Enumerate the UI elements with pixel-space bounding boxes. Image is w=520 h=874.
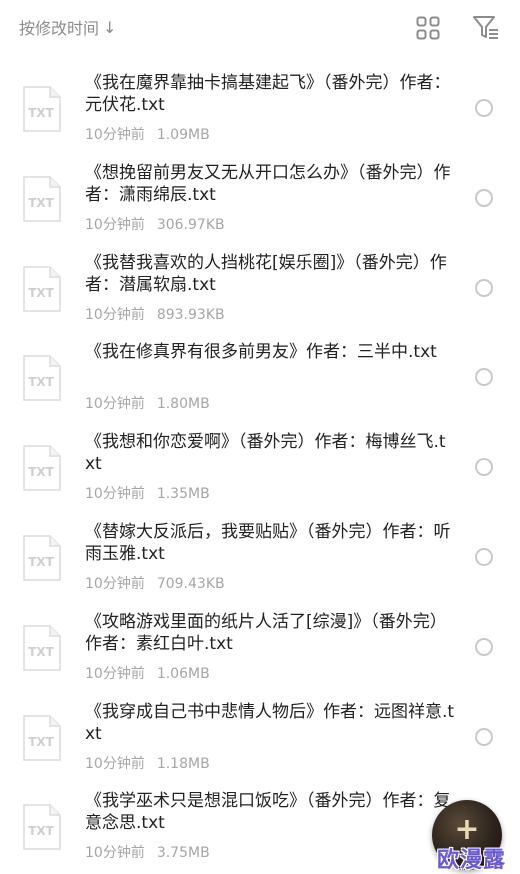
file-size: 1.80MB: [156, 396, 210, 413]
file-list-item[interactable]: TXT 《我穿成自己书中悲情人物后》作者：远图祥意.txt 10分钟前 1.18M…: [0, 695, 520, 785]
modified-time: 10分钟前: [85, 306, 145, 323]
svg-text:TXT: TXT: [28, 375, 54, 389]
svg-text:TXT: TXT: [28, 645, 54, 659]
file-name: 《我想和你恋爱啊》（番外完）作者：梅博丝飞.txt: [85, 432, 446, 475]
file-size: 1.18MB: [156, 755, 210, 772]
file-meta: 10分钟前 709.43KB: [85, 573, 225, 593]
file-meta: 10分钟前 306.97KB: [85, 214, 225, 234]
modified-time: 10分钟前: [85, 755, 145, 772]
file-list-screen: 按修改时间 ↓ TXT 《我在魔界靠抽卡搞基建起飞》（番外完）作者：元伏花.tx…: [0, 0, 520, 874]
file-size: 1.35MB: [156, 486, 210, 503]
filter-icon[interactable]: [472, 15, 500, 41]
file-name: 《我在修真界有很多前男友》作者：三半中.txt: [85, 342, 437, 363]
select-radio-button[interactable]: [475, 637, 493, 656]
file-meta: 10分钟前 1.09MB: [85, 124, 210, 144]
select-radio-button[interactable]: [475, 727, 493, 746]
modified-time: 10分钟前: [85, 575, 145, 592]
file-name: 《想挽留前男友又无从开口怎么办》（番外完）作者：潇雨绵辰.txt: [85, 162, 451, 205]
file-name: 《我穿成自己书中悲情人物后》作者：远图祥意.txt: [85, 701, 455, 744]
select-radio-button[interactable]: [475, 547, 493, 566]
file-meta: 10分钟前 3.75MB: [85, 842, 210, 862]
select-radio-button[interactable]: [475, 458, 493, 477]
sort-label: 按修改时间: [19, 19, 100, 38]
select-radio-button[interactable]: [475, 188, 493, 207]
file-meta: 10分钟前 1.80MB: [85, 393, 210, 413]
select-radio-button[interactable]: [475, 368, 493, 387]
file-size: 709.43KB: [156, 575, 225, 592]
grid-view-icon[interactable]: [416, 16, 440, 40]
select-radio-button[interactable]: [475, 278, 493, 297]
file-list-item[interactable]: TXT 《我在魔界靠抽卡搞基建起飞》（番外完）作者：元伏花.txt 10分钟前 1…: [0, 66, 520, 156]
file-list-item[interactable]: TXT 《想挽留前男友又无从开口怎么办》（番外完）作者：潇雨绵辰.txt 10分…: [0, 156, 520, 246]
file-list-item[interactable]: TXT 《我在修真界有很多前男友》作者：三半中.txt 10分钟前 1.80MB: [0, 335, 520, 425]
sort-by-modified-button[interactable]: 按修改时间 ↓: [19, 15, 116, 39]
modified-time: 10分钟前: [85, 396, 145, 413]
modified-time: 10分钟前: [85, 216, 145, 233]
file-size: 893.93KB: [156, 306, 225, 323]
file-list-item[interactable]: TXT 《攻略游戏里面的纸片人活了[综漫]》（番外完）作者：素红白叶.txt 1…: [0, 605, 520, 695]
txt-file-icon: TXT: [21, 714, 61, 761]
file-list-item[interactable]: TXT 《我想和你恋爱啊》（番外完）作者：梅博丝飞.txt 10分钟前 1.35M…: [0, 425, 520, 515]
file-list: TXT 《我在魔界靠抽卡搞基建起飞》（番外完）作者：元伏花.txt 10分钟前 1…: [0, 66, 520, 874]
file-name: 《攻略游戏里面的纸片人活了[综漫]》（番外完）作者：素红白叶.txt: [85, 611, 447, 654]
svg-text:TXT: TXT: [28, 824, 54, 838]
txt-file-icon: TXT: [21, 176, 61, 222]
modified-time: 10分钟前: [85, 127, 145, 143]
sort-arrow-icon: ↓: [103, 17, 117, 37]
file-size: 306.97KB: [156, 216, 225, 233]
txt-file-icon: TXT: [21, 355, 61, 402]
txt-file-icon: TXT: [21, 625, 61, 671]
file-meta: 10分钟前 1.18MB: [85, 753, 210, 773]
file-name: 《我在魔界靠抽卡搞基建起飞》（番外完）作者：元伏花.txt: [85, 73, 451, 115]
file-list-item[interactable]: TXT 《替嫁大反派后，我要贴贴》（番外完）作者：听雨玉雅.txt 10分钟前 7…: [0, 515, 520, 605]
svg-text:TXT: TXT: [28, 555, 54, 569]
file-meta: 10分钟前 893.93KB: [85, 304, 225, 324]
file-size: 1.09MB: [156, 127, 210, 143]
svg-text:TXT: TXT: [28, 465, 54, 479]
file-name: 《我学巫术只是想混口饭吃》（番外完）作者：复意念思.txt: [85, 791, 451, 834]
svg-text:TXT: TXT: [28, 196, 54, 210]
file-size: 3.75MB: [156, 845, 210, 862]
file-name: 《我替我喜欢的人挡桃花[娱乐圈]》（番外完）作者：潜属软扇.txt: [85, 252, 447, 295]
file-meta: 10分钟前 1.06MB: [85, 663, 210, 683]
modified-time: 10分钟前: [85, 486, 145, 503]
txt-file-icon: TXT: [21, 535, 61, 581]
txt-file-icon: TXT: [21, 265, 61, 312]
file-size: 1.06MB: [156, 665, 210, 682]
watermark-text: 欧漫露: [437, 848, 507, 873]
modified-time: 10分钟前: [85, 845, 145, 862]
txt-file-icon: TXT: [21, 86, 61, 132]
txt-file-icon: TXT: [21, 445, 61, 491]
svg-text:TXT: TXT: [28, 735, 54, 749]
modified-time: 10分钟前: [85, 665, 145, 682]
txt-file-icon: TXT: [21, 804, 61, 851]
file-list-item[interactable]: TXT 《我替我喜欢的人挡桃花[娱乐圈]》（番外完）作者：潜属软扇.txt 10…: [0, 246, 520, 336]
svg-text:TXT: TXT: [28, 106, 54, 120]
file-meta: 10分钟前 1.35MB: [85, 483, 210, 503]
top-toolbar: 按修改时间 ↓: [0, 0, 520, 60]
select-radio-button[interactable]: [475, 99, 493, 117]
file-name: 《替嫁大反派后，我要贴贴》（番外完）作者：听雨玉雅.txt: [85, 521, 451, 564]
svg-text:TXT: TXT: [28, 286, 54, 300]
